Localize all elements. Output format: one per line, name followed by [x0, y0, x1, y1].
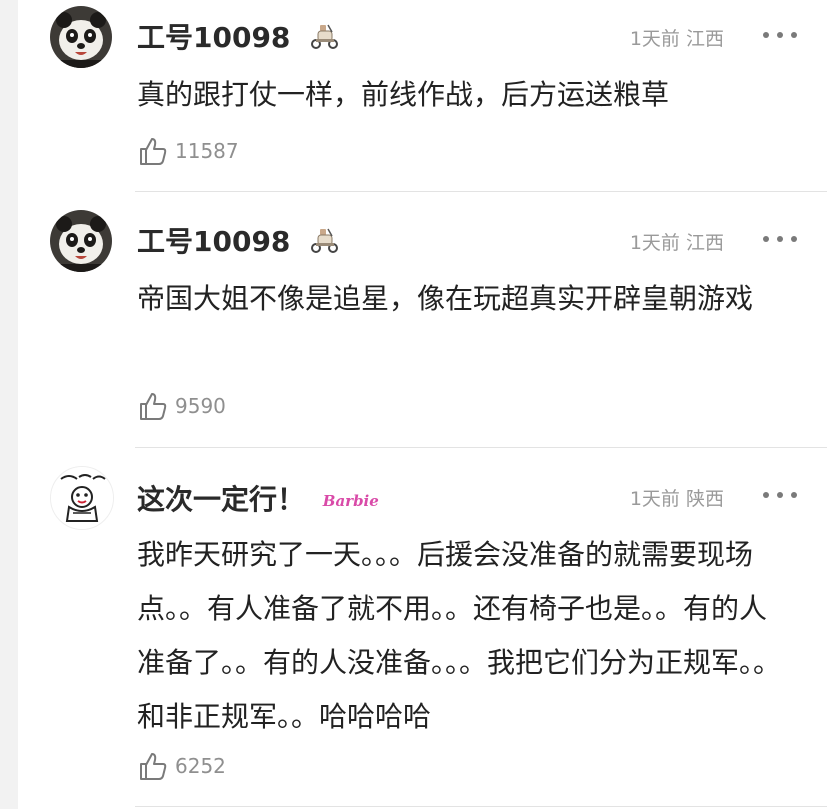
username-text[interactable]: 这次一定行！	[137, 483, 305, 516]
more-icon[interactable]	[763, 490, 797, 500]
comment-feed: 工号10098 1天前 江西 真的跟打仗一样，前线作战，后方运送粮草 11587…	[0, 0, 839, 809]
username[interactable]: 工号10098	[137, 220, 340, 261]
username[interactable]: 工号10098	[137, 16, 340, 57]
comment-text: 真的跟打仗一样，前线作战，后方运送粮草	[137, 78, 670, 111]
divider	[135, 447, 827, 448]
comment-text: 帝国大姐不像是追星，像在玩超真实开辟皇朝游戏	[137, 282, 754, 315]
like-button[interactable]: 6252	[137, 749, 226, 783]
username[interactable]: 这次一定行！ Barbie	[137, 478, 379, 518]
thumbs-up-icon	[140, 753, 167, 780]
cartoon-sketch-avatar[interactable]	[50, 466, 114, 530]
thumbs-up-icon	[140, 393, 167, 420]
panda-icon	[50, 210, 112, 272]
timestamp: 1天前	[629, 488, 680, 510]
like-count: 6252	[175, 754, 226, 778]
comment-meta: 1天前 陕西	[630, 484, 724, 511]
panda-avatar[interactable]	[50, 6, 112, 68]
like-count: 9590	[175, 394, 226, 418]
comment-meta: 1天前 江西	[630, 228, 724, 255]
like-button[interactable]: 11587	[137, 134, 239, 168]
thumbs-up-icon	[140, 138, 167, 165]
comment-meta: 1天前 江西	[630, 24, 724, 51]
like-count: 11587	[175, 139, 239, 163]
scooter-badge-icon	[308, 226, 340, 261]
like-button[interactable]: 9590	[137, 389, 226, 423]
scooter-badge-icon	[308, 22, 340, 57]
username-text[interactable]: 工号10098	[137, 225, 290, 258]
location: 江西	[685, 28, 724, 50]
username-text[interactable]: 工号10098	[137, 21, 290, 54]
left-edge-bar	[0, 0, 18, 809]
location: 陕西	[685, 488, 724, 510]
divider	[135, 191, 827, 192]
timestamp: 1天前	[629, 28, 680, 50]
barbie-badge-icon: Barbie	[322, 492, 379, 510]
sketch-character-icon	[51, 467, 113, 529]
timestamp: 1天前	[629, 232, 680, 254]
location: 江西	[685, 232, 724, 254]
more-icon[interactable]	[763, 30, 797, 40]
panda-avatar[interactable]	[50, 210, 112, 272]
more-icon[interactable]	[763, 234, 797, 244]
panda-icon	[50, 6, 112, 68]
divider	[135, 806, 827, 807]
comment-text: 我昨天研究了一天。。。后援会没准备的就需要现场点。。有人准备了就不用。。还有椅子…	[137, 538, 782, 733]
